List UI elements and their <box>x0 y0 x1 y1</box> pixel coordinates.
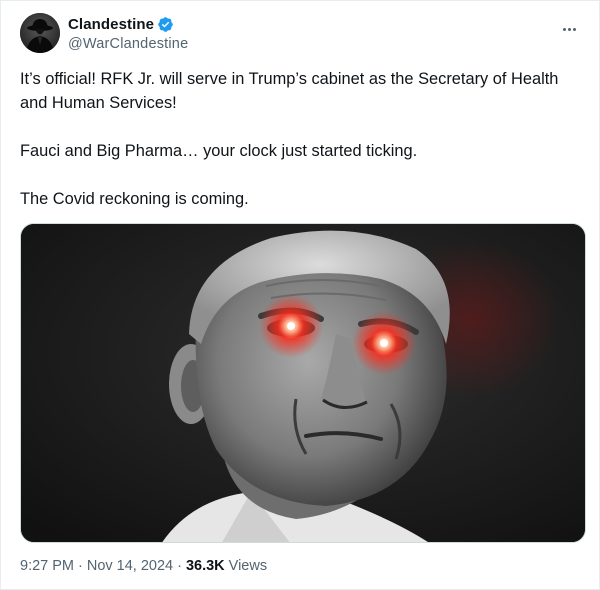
tweet-card: Clandestine @WarClandestine It’s officia… <box>0 0 600 590</box>
meta-separator: · <box>177 558 182 574</box>
author-names: Clandestine @WarClandestine <box>68 14 188 53</box>
display-name[interactable]: Clandestine <box>68 16 154 33</box>
tweet-header: Clandestine @WarClandestine <box>20 12 585 56</box>
tweet-paragraph: It’s official! RFK Jr. will serve in Tru… <box>20 70 563 112</box>
verified-badge-icon <box>157 16 174 33</box>
tweet-text: It’s official! RFK Jr. will serve in Tru… <box>20 67 585 235</box>
tweet-paragraph: The Covid reckoning is coming. <box>20 190 249 208</box>
dot <box>567 27 571 31</box>
name-row: Clandestine <box>68 14 188 34</box>
tweet-meta: 9:27 PM · Nov 14, 2024 · 36.3K Views <box>20 558 267 574</box>
spy-silhouette-icon <box>20 13 60 53</box>
dot <box>572 27 576 31</box>
author-handle[interactable]: @WarClandestine <box>68 36 188 52</box>
portrait-photo <box>21 224 585 542</box>
tweet-time[interactable]: 9:27 PM <box>20 558 74 574</box>
tweet-paragraph: Fauci and Big Pharma… your clock just st… <box>20 142 418 160</box>
tweet-photo[interactable] <box>20 223 586 543</box>
views-label: Views <box>228 558 268 574</box>
meta-separator: · <box>78 558 83 574</box>
tweet-date[interactable]: Nov 14, 2024 <box>87 558 173 574</box>
dot <box>562 27 566 31</box>
more-options-icon[interactable] <box>557 22 581 36</box>
avatar[interactable] <box>20 13 60 53</box>
views-count[interactable]: 36.3K <box>186 558 225 574</box>
